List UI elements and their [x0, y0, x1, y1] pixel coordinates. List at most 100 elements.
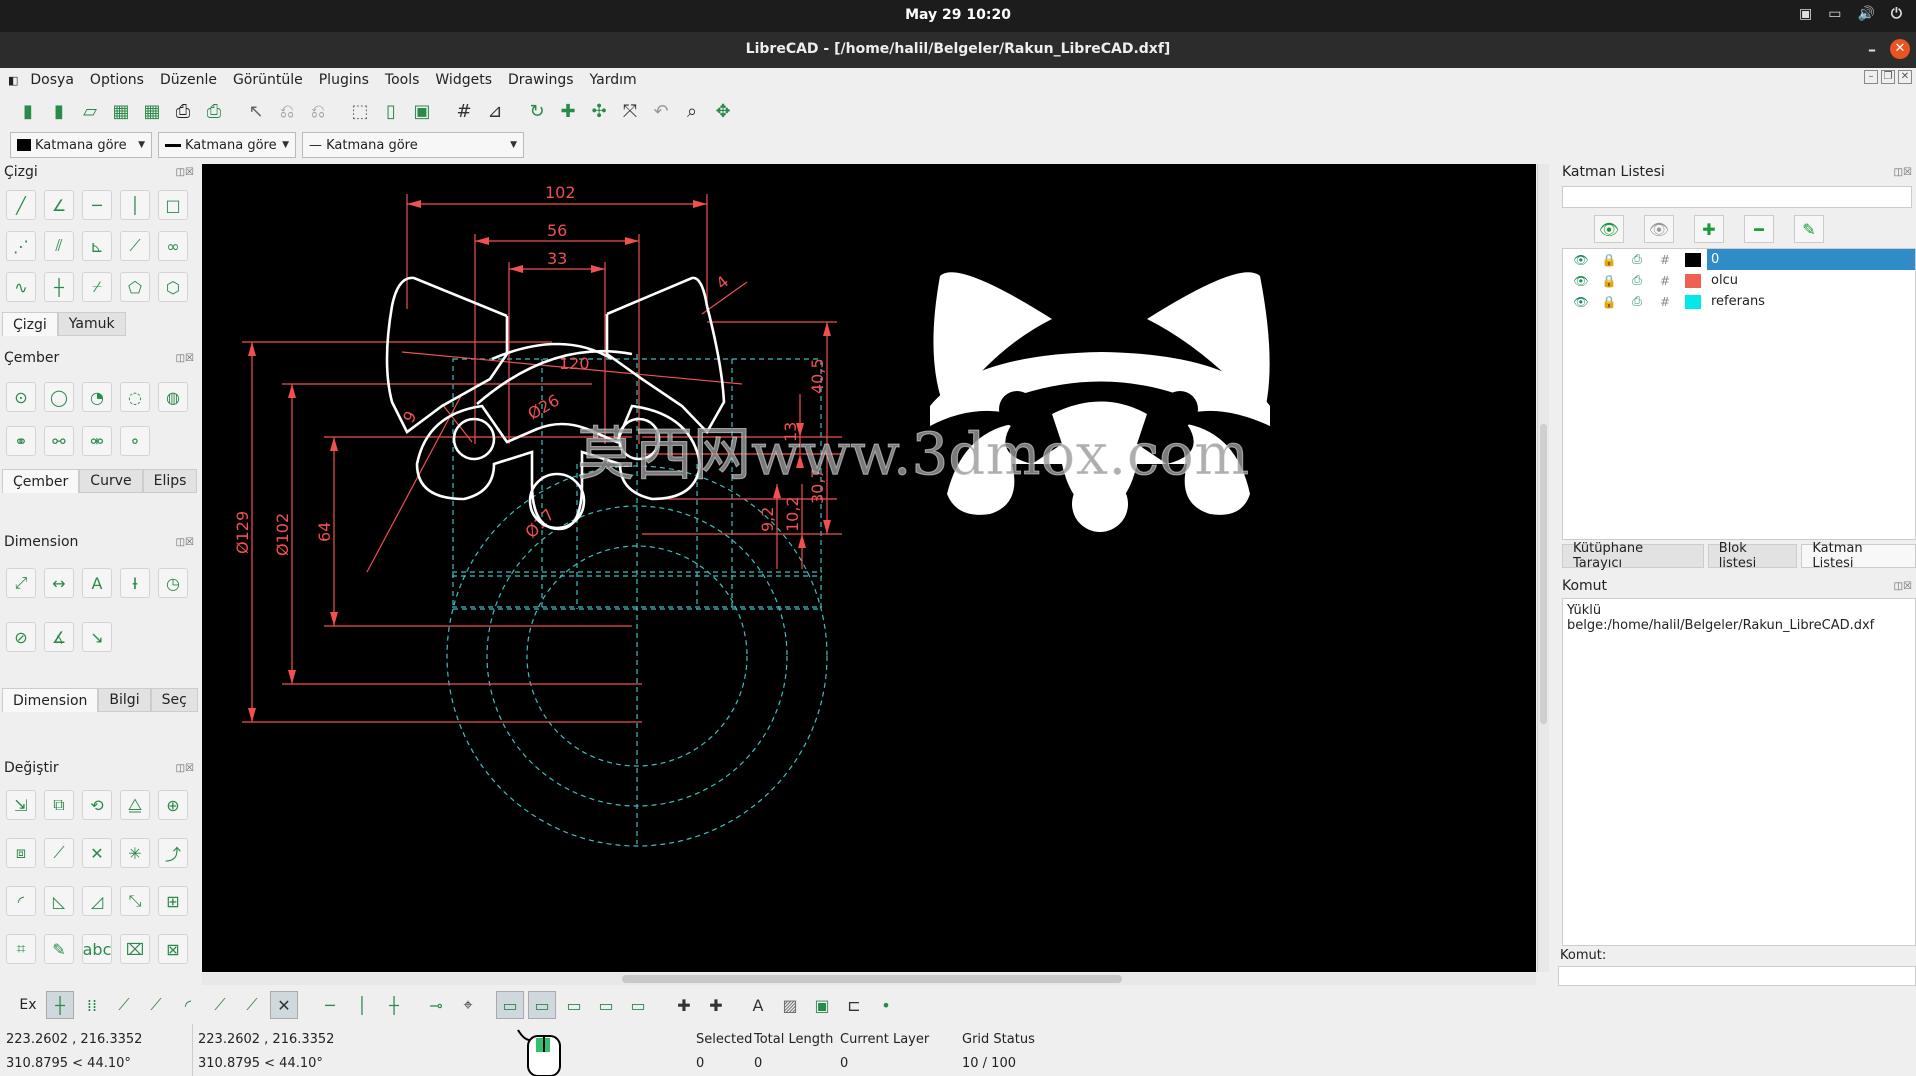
dim-linear-icon[interactable]: ↔ — [44, 568, 74, 598]
snap-entity-icon[interactable]: ⟋ — [142, 991, 170, 1019]
snap-distance-icon[interactable]: ⟋ — [238, 991, 266, 1019]
layer-color-swatch[interactable] — [1685, 252, 1701, 267]
print-icon[interactable]: ⎙ — [1623, 273, 1651, 288]
modify-bevel-icon[interactable]: ◺ — [44, 886, 74, 916]
circle-inscribe-icon[interactable]: ⚬ — [120, 426, 150, 456]
save-icon[interactable]: ▦ — [107, 97, 135, 125]
snap-middle-icon[interactable]: ⟋ — [206, 991, 234, 1019]
circle-tan2-icon[interactable]: ⚭ — [6, 426, 36, 456]
circle-center-point-icon[interactable]: ⊙ — [6, 382, 36, 412]
menu-widgets[interactable]: Widgets — [427, 72, 500, 88]
polyline-icon[interactable]: ⊏ — [840, 991, 868, 1019]
view-screen-icon[interactable]: ▭ — [560, 991, 588, 1019]
remote-desktop-icon[interactable]: ▣ — [1799, 6, 1812, 22]
snap-free-icon[interactable]: ┼ — [46, 991, 74, 1019]
view-window2-icon[interactable]: ▭ — [528, 991, 556, 1019]
tab-cizgi[interactable]: Çizgi — [2, 312, 58, 336]
mdi-minimize-button[interactable]: – — [1864, 70, 1878, 84]
copy-icon[interactable]: ▯ — [377, 97, 405, 125]
line-relative-angle-icon[interactable]: ⌿ — [82, 272, 112, 302]
panel-float-close-icon[interactable]: ◫☒ — [1894, 167, 1912, 178]
lock-icon[interactable]: 🔒 — [1595, 295, 1623, 309]
tab-sec[interactable]: Seç — [150, 688, 198, 712]
save-as-icon[interactable]: ▦ — [138, 97, 166, 125]
new-file-icon[interactable]: ▮ — [14, 97, 42, 125]
snap-exclusive-button[interactable]: Ex — [14, 991, 42, 1019]
zoom-previous-icon[interactable]: ↶ — [647, 97, 675, 125]
zoom-window-icon[interactable]: ⌕ — [678, 97, 706, 125]
polygon-corner-icon[interactable]: ⬡ — [158, 272, 188, 302]
lock-icon[interactable]: 🔒 — [1595, 274, 1623, 288]
layer-name[interactable]: 0 — [1707, 249, 1915, 270]
view-screen3-icon[interactable]: ▭ — [624, 991, 652, 1019]
select-pointer-icon[interactable]: ↖ — [242, 97, 270, 125]
hide-all-layers-icon[interactable]: 👁 — [1644, 215, 1674, 243]
text-icon[interactable]: A — [744, 991, 772, 1019]
print-icon[interactable]: ⎙ — [169, 97, 197, 125]
tab-cember[interactable]: Çember — [2, 469, 80, 493]
modify-trim-icon[interactable]: ⟋ — [44, 838, 74, 868]
panel-float-close-icon[interactable]: ◫☒ — [176, 167, 194, 178]
circle-tan3-icon[interactable]: ⚯ — [44, 426, 74, 456]
layer-color-swatch[interactable] — [1685, 273, 1701, 288]
modify-scale-icon[interactable]: ⊕ — [158, 790, 188, 820]
modify-stretch-icon[interactable]: ⤡ — [120, 886, 150, 916]
circle-2points-icon[interactable]: ◔ — [82, 382, 112, 412]
layer-name[interactable]: referans — [1707, 294, 1915, 309]
system-tray[interactable]: ▣ ▭ 🔊 ⏻ — [1799, 6, 1902, 22]
new-template-icon[interactable]: ▮ — [45, 97, 73, 125]
modify-lengthen-icon[interactable]: ✳ — [120, 838, 150, 868]
modify-trim2-icon[interactable]: ✕ — [82, 838, 112, 868]
visibility-icon[interactable]: 👁 — [1567, 295, 1595, 309]
menu-options[interactable]: Options — [82, 72, 152, 88]
open-file-icon[interactable]: ▱ — [76, 97, 104, 125]
vertical-scrollbar[interactable] — [1537, 164, 1549, 972]
modify-delete-icon[interactable]: ⌧ — [120, 934, 150, 964]
add-layer-icon[interactable]: ✚ — [1694, 215, 1724, 243]
snap-endpoint-icon[interactable]: ⟋ — [110, 991, 138, 1019]
edit-layer-icon[interactable]: ✎ — [1794, 215, 1824, 243]
snap-grid-icon[interactable]: ⁞⁞ — [78, 991, 106, 1019]
line-parallel-icon[interactable]: ⫽ — [44, 231, 74, 261]
line-tangent-icon[interactable]: ⟋ — [120, 231, 150, 261]
snap-intersection-icon[interactable]: ✕ — [270, 991, 298, 1019]
visibility-icon[interactable]: 👁 — [1567, 253, 1595, 267]
modify-explode-text-icon[interactable]: abc — [82, 934, 112, 964]
dim-radial-icon[interactable]: ◷ — [158, 568, 188, 598]
scrollbar-thumb[interactable] — [1540, 424, 1547, 724]
construction-icon[interactable]: # — [1651, 274, 1679, 288]
modify-move-rotate-icon[interactable]: ⧈ — [6, 838, 36, 868]
remove-layer-icon[interactable]: ━ — [1744, 215, 1774, 243]
scrollbar-thumb[interactable] — [622, 975, 1122, 983]
snap-center-icon[interactable]: ◜ — [174, 991, 202, 1019]
lock-icon[interactable]: 🔒 — [1595, 253, 1623, 267]
zoom-out-icon[interactable]: ✣ — [585, 97, 613, 125]
circle-tan-radius-icon[interactable]: ⚮ — [82, 426, 112, 456]
dim-aligned-icon[interactable]: ⤢ — [6, 568, 36, 598]
point-icon[interactable]: • — [872, 991, 900, 1019]
line-tangent-circles-icon[interactable]: ∞ — [158, 231, 188, 261]
draft-icon[interactable]: ⊿ — [481, 97, 509, 125]
cut-icon[interactable]: ⬚ — [346, 97, 374, 125]
tab-curve[interactable]: Curve — [79, 469, 143, 493]
restrict-horizontal-icon[interactable]: ─ — [316, 991, 344, 1019]
layer-name[interactable]: olcu — [1707, 273, 1915, 288]
dim-diametric-icon[interactable]: ⊘ — [6, 622, 36, 652]
app-menu-icon[interactable]: ◧ — [4, 74, 22, 87]
volume-icon[interactable]: 🔊 — [1857, 6, 1874, 22]
polygon-center-icon[interactable]: ⬠ — [120, 272, 150, 302]
visibility-icon[interactable]: 👁 — [1567, 274, 1595, 288]
show-all-layers-icon[interactable]: 👁 — [1594, 215, 1624, 243]
horizontal-scrollbar[interactable] — [202, 973, 1536, 985]
line-orthogonal-icon[interactable]: ⊾ — [82, 231, 112, 261]
command-input[interactable] — [1558, 966, 1916, 986]
line-bisector-icon[interactable]: ⋰ — [6, 231, 36, 261]
layer-row[interactable]: 👁 🔒 ⎙ # referans — [1563, 291, 1915, 312]
pen-width-select[interactable]: Katmana göre ▼ — [158, 132, 296, 158]
modify-mirror-icon[interactable]: ⧋ — [120, 790, 150, 820]
line-horizontal-icon[interactable]: ─ — [82, 190, 112, 220]
block-insert-icon[interactable]: ✚ — [670, 991, 698, 1019]
modify-rotate-icon[interactable]: ⟲ — [82, 790, 112, 820]
tab-elips[interactable]: Elips — [142, 469, 198, 493]
dim-vertical-icon[interactable]: Ɨ — [120, 568, 150, 598]
